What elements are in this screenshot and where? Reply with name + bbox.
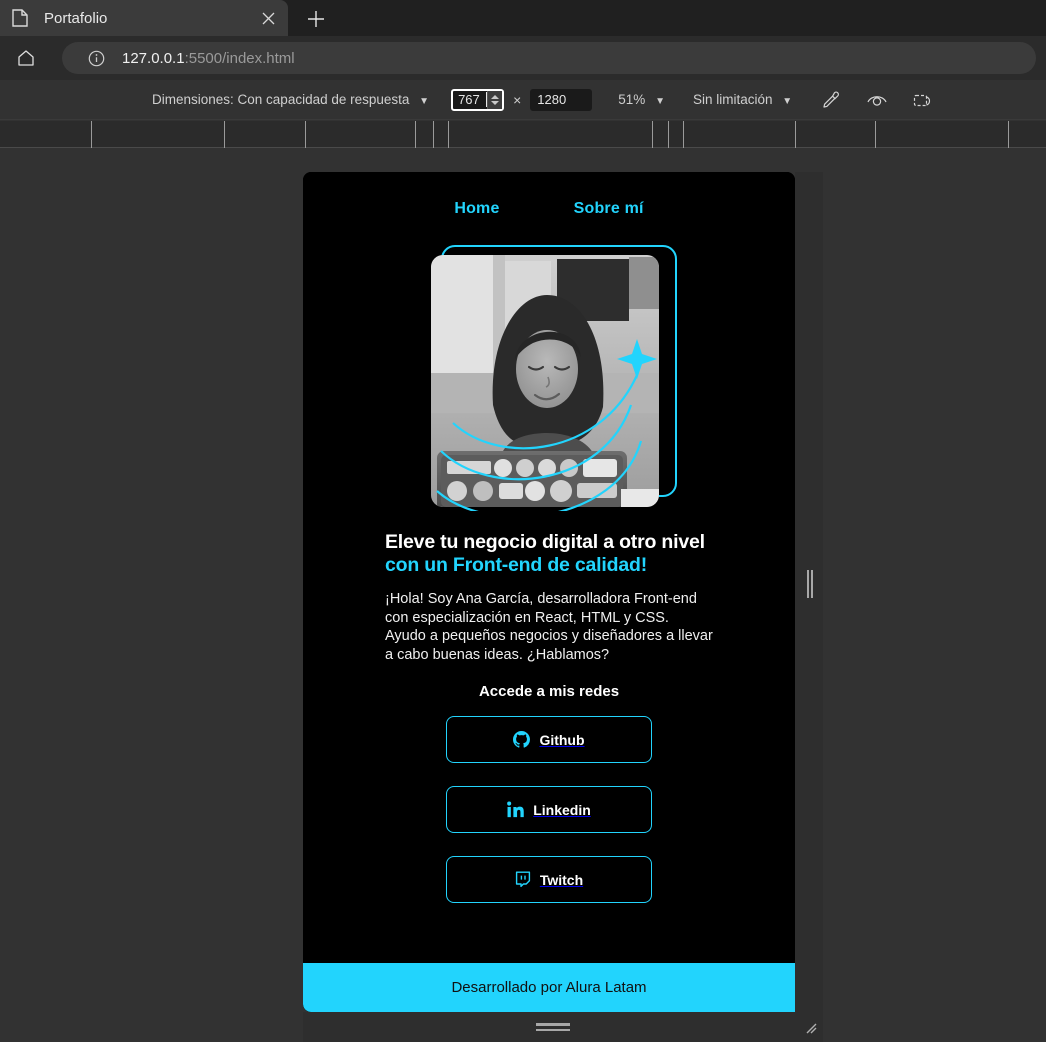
- social-link-label: Github: [539, 731, 585, 748]
- viewport-width-value: 767: [458, 92, 480, 107]
- page-footer: Desarrollado por Alura Latam: [303, 963, 795, 1012]
- page-nav: Home Sobre mí: [303, 172, 795, 218]
- chevron-down-icon: ▼: [655, 96, 665, 107]
- social-link-twitch[interactable]: Twitch: [446, 856, 652, 904]
- hero-image-block: [431, 245, 677, 511]
- address-bar[interactable]: 127.0.0.1:5500/index.html: [62, 42, 1036, 74]
- dimensions-separator: ×: [513, 91, 522, 108]
- dimensions-dropdown[interactable]: Dimensiones: Con capacidad de respuesta …: [152, 92, 429, 107]
- ruler-tick: [652, 121, 653, 148]
- info-circle-icon[interactable]: [86, 48, 106, 68]
- footer-text: Desarrollado por Alura Latam: [451, 979, 647, 996]
- address-bar-text: 127.0.0.1:5500/index.html: [122, 50, 295, 67]
- browser-tab-strip: Portafolio: [0, 0, 1046, 36]
- ruler-tick: [875, 121, 876, 148]
- ruler-tick: [224, 121, 225, 148]
- ruler-tick: [795, 121, 796, 148]
- linkedin-icon: [507, 801, 524, 818]
- nav-link-sobre-mi[interactable]: Sobre mí: [574, 200, 644, 218]
- chevron-down-icon: ▼: [782, 96, 793, 107]
- document-icon: [12, 9, 28, 27]
- twitch-icon: [515, 871, 531, 888]
- zoom-dropdown[interactable]: 51% ▼: [618, 92, 665, 107]
- device-ruler: [0, 121, 1046, 148]
- ruler-tick: [683, 121, 684, 148]
- new-tab-button[interactable]: [296, 4, 336, 34]
- social-section-title: Accede a mis redes: [478, 683, 620, 701]
- device-viewport: Home Sobre mí Eleve tu negocio digital a…: [303, 172, 795, 1012]
- device-bottom-gutter: [303, 1012, 823, 1042]
- ruler-tick: [448, 121, 449, 148]
- ruler-tick: [415, 121, 416, 148]
- close-icon[interactable]: [258, 8, 278, 28]
- eyedropper-icon[interactable]: [820, 89, 842, 111]
- throttling-dropdown[interactable]: Sin limitación ▼: [693, 92, 792, 107]
- social-link-github[interactable]: Github: [446, 716, 652, 764]
- nav-link-home[interactable]: Home: [454, 200, 499, 218]
- hero-paragraph: ¡Hola! Soy Ana García, desarrolladora Fr…: [385, 590, 713, 664]
- zoom-value: 51%: [618, 92, 646, 107]
- decorative-arcs: [436, 339, 657, 511]
- tab-title: Portafolio: [44, 9, 108, 27]
- spinner-down-icon[interactable]: [491, 100, 500, 105]
- device-right-gutter: [795, 172, 823, 1028]
- throttling-value: Sin limitación: [692, 92, 773, 107]
- more-options-icon[interactable]: [912, 89, 934, 111]
- hero-text-block: Eleve tu negocio digital a otro nivel co…: [303, 507, 795, 665]
- viewport-width-resize-handle[interactable]: [807, 570, 813, 598]
- dimensions-label: Dimensiones: Con capacidad de respuesta: [152, 92, 410, 107]
- home-icon[interactable]: [12, 44, 40, 72]
- github-icon: [513, 731, 531, 748]
- url-host: 127.0.0.1: [122, 49, 185, 67]
- ruler-tick: [433, 121, 434, 148]
- chevron-down-icon: ▼: [419, 96, 430, 107]
- ruler-tick: [668, 121, 669, 148]
- width-spinner[interactable]: [487, 90, 503, 109]
- device-toolbar-icon-group: [820, 89, 934, 111]
- browser-navigation-bar: 127.0.0.1:5500/index.html: [0, 36, 1046, 80]
- device-emulation-stage: Home Sobre mí Eleve tu negocio digital a…: [0, 148, 1046, 1042]
- device-emulation-toolbar: Dimensiones: Con capacidad de respuesta …: [0, 80, 1046, 120]
- portfolio-page: Home Sobre mí Eleve tu negocio digital a…: [303, 172, 795, 1012]
- ruler-tick: [1008, 121, 1009, 148]
- viewport-width-input[interactable]: 767: [451, 88, 505, 111]
- social-link-linkedin[interactable]: Linkedin: [446, 786, 652, 834]
- hero-heading-plain: Eleve tu negocio digital a otro nivel: [385, 531, 705, 553]
- ruler-tick: [91, 121, 92, 148]
- browser-tab[interactable]: Portafolio: [0, 0, 288, 36]
- ruler-tick: [305, 121, 306, 148]
- spinner-up-icon[interactable]: [491, 94, 500, 99]
- page-title: Eleve tu negocio digital a otro nivel co…: [385, 531, 713, 578]
- hero-heading-accent: con un Front-end de calidad!: [385, 554, 647, 577]
- emulated-device: Home Sobre mí Eleve tu negocio digital a…: [303, 172, 823, 1042]
- viewport-height-resize-handle[interactable]: [536, 1023, 570, 1031]
- url-path: :5500/index.html: [184, 49, 295, 67]
- social-links-list: Github Linkedin Twitch: [303, 716, 795, 904]
- capture-screenshot-icon[interactable]: [866, 89, 888, 111]
- social-link-label: Twitch: [539, 871, 584, 888]
- viewport-height-value: 1280: [537, 92, 567, 107]
- viewport-corner-resize-handle[interactable]: [803, 1020, 817, 1034]
- viewport-height-input[interactable]: 1280: [530, 88, 593, 111]
- social-link-label: Linkedin: [533, 801, 591, 818]
